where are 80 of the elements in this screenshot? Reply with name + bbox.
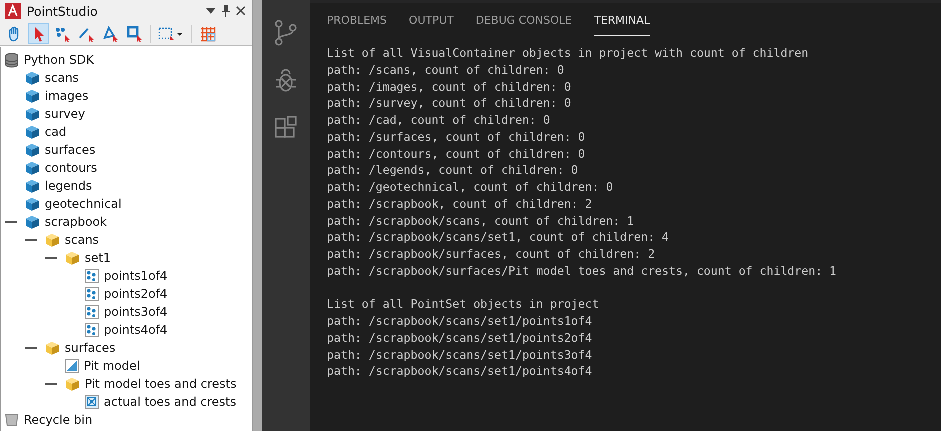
terminal-line: path: /surfaces, count of children: 0 (327, 128, 586, 146)
cube-icon (25, 178, 40, 194)
terminal-line: path: /scrapbook/scans/set1/points4of4 (327, 363, 594, 380)
panel-tab[interactable]: OUTPUT (409, 12, 454, 36)
terminal-line: path: /scrapbook/scans/set1/points3of4 (327, 346, 594, 364)
cube-icon (25, 88, 40, 104)
terminal-line: path: /geotechnical, count of children: 0 (327, 179, 614, 196)
tree-item[interactable]: surfaces (65, 341, 116, 355)
pin-icon[interactable] (222, 5, 230, 17)
terminal-line: path: /legends, count of children: 0 (327, 162, 580, 179)
terminal-line: path: /contours, count of children: 0 (327, 146, 586, 162)
tree-item[interactable]: Pit model toes and crests (85, 377, 237, 391)
cube-icon (45, 232, 60, 248)
point-set-icon (85, 287, 99, 301)
close-icon[interactable] (236, 6, 246, 16)
panel-tab[interactable]: DEBUG CONSOLE (476, 12, 572, 36)
tree-item[interactable]: actual toes and crests (104, 395, 237, 409)
cube-icon (25, 196, 40, 212)
terminal-line: path: /scans, count of children: 0 (327, 62, 566, 78)
line-select-icon (78, 26, 94, 42)
panel-tab[interactable]: TERMINAL (594, 12, 650, 36)
recycle-bin-icon (5, 413, 19, 427)
terminal-line: path: /scrapbook/scans/set1/points1of4 (327, 313, 594, 330)
tree-item[interactable]: points1of4 (104, 269, 168, 283)
cube-icon (25, 124, 40, 140)
grid-icon (200, 26, 216, 42)
database-icon (5, 52, 19, 68)
marquee-select-icon (158, 26, 184, 42)
terminal-line: path: /scrapbook/scans, count of children: 1 (327, 212, 636, 230)
tree-item[interactable]: Python SDK (24, 53, 94, 67)
panel-title: PointStudio (27, 4, 99, 18)
tree-item[interactable]: images (45, 89, 89, 103)
terminal-line: path: /survey, count of children: 0 (327, 95, 572, 112)
app-logo (5, 3, 21, 19)
cube-icon (25, 106, 40, 122)
cube-icon (25, 142, 40, 158)
cube-icon (45, 340, 60, 356)
bug-icon[interactable] (274, 68, 298, 94)
terminal-line: path: /scrapbook, count of children: 2 (327, 196, 594, 212)
extensions-icon[interactable] (274, 116, 298, 140)
panel-tab[interactable]: PROBLEMS (327, 12, 388, 36)
tree-item[interactable]: points3of4 (104, 305, 168, 319)
polygon-select-icon (102, 26, 118, 42)
source-control-icon[interactable] (274, 20, 298, 46)
cube-icon (25, 160, 40, 176)
terminal-line: List of all PointSet objects in project (327, 296, 600, 313)
cube-icon (65, 250, 80, 266)
cube-icon (65, 376, 80, 392)
edge-network-icon (85, 395, 99, 409)
surface-icon (65, 359, 79, 373)
tree-item[interactable]: Pit model (84, 359, 140, 373)
point-select-icon (54, 26, 70, 42)
tree-item[interactable]: legends (45, 179, 92, 193)
terminal-line: path: /cad, count of children: 0 (327, 112, 552, 129)
tree-item[interactable]: set1 (85, 251, 111, 265)
terminal-line: path: /scrapbook/surfaces, count of children: 2 (327, 246, 656, 263)
terminal-line: path: /scrapbook/surfaces/Pit model toes and crests, count of children: 1 (327, 262, 838, 280)
terminal-line: path: /images, count of children: 0 (327, 78, 572, 96)
tree-item[interactable]: scans (45, 71, 80, 85)
tree-item[interactable]: surfaces (45, 143, 96, 157)
tree-item[interactable]: geotechnical (45, 197, 122, 211)
tree-item[interactable]: points2of4 (104, 287, 168, 301)
tree-item[interactable]: scrapbook (45, 215, 108, 229)
tree-item[interactable]: cad (45, 125, 67, 139)
terminal-line: path: /scrapbook/scans/set1, count of children: 4 (327, 229, 670, 246)
cube-icon (25, 70, 40, 86)
point-set-icon (85, 269, 99, 283)
cube-icon (25, 214, 40, 230)
point-set-icon (85, 323, 99, 337)
tree-item[interactable]: survey (45, 107, 86, 121)
tree-item[interactable]: Recycle bin (24, 413, 93, 427)
terminal-line: path: /scrapbook/scans/set1/points2of4 (327, 330, 594, 346)
tree-item[interactable]: points4of4 (104, 323, 168, 337)
tree-item[interactable]: scans (65, 233, 100, 247)
tool-button[interactable] (28, 23, 49, 44)
tree-item[interactable]: contours (45, 161, 98, 175)
point-set-icon (85, 305, 99, 319)
dropdown-icon[interactable] (206, 8, 216, 14)
terminal-line: List of all VisualContainer objects in project with count of children (327, 45, 810, 62)
rectangle-select-icon (126, 26, 142, 42)
